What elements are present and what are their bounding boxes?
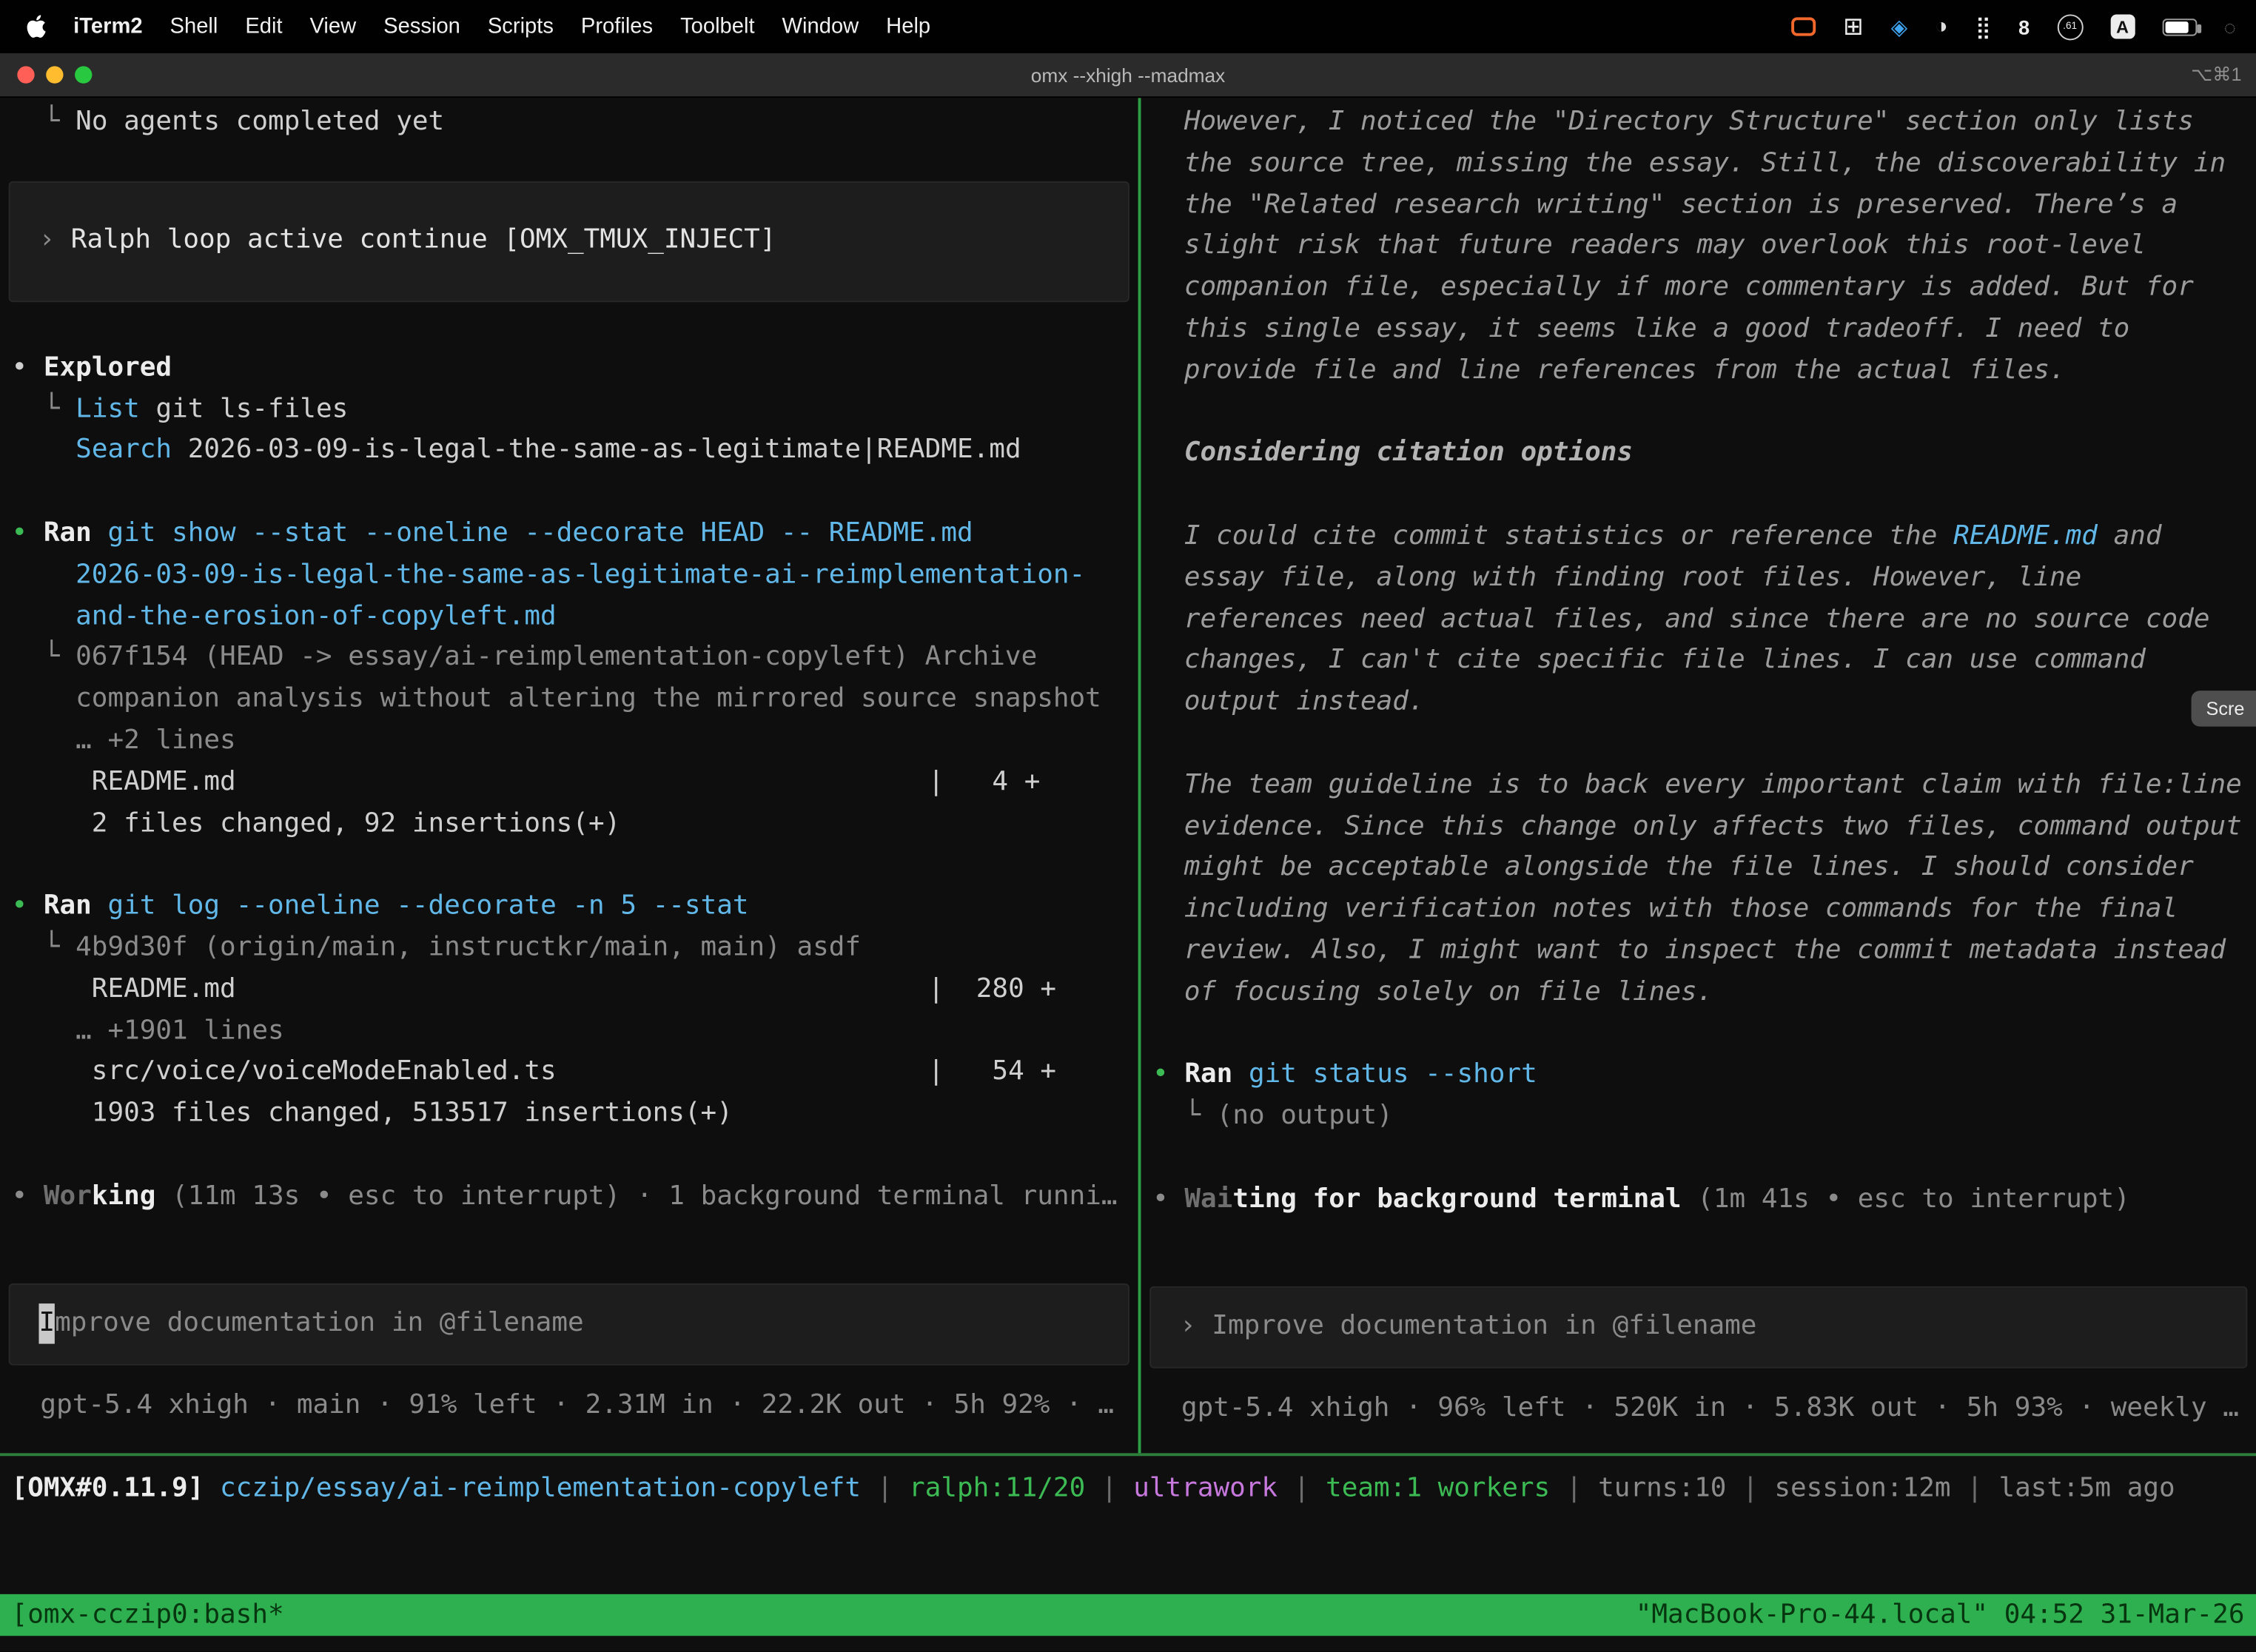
battery-percent-icon[interactable]: .61 <box>2057 13 2083 39</box>
command-wrap-line: 2026-03-09-is-legal-the-same-as-legitima… <box>0 555 1138 597</box>
tmux-host-clock: "MacBook-Pro-44.local" 04:52 31-Mar-26 <box>1636 1600 2245 1631</box>
diffstat-summary: 2 files changed, 92 insertions(+) <box>0 804 1138 845</box>
menu-scripts[interactable]: Scripts <box>488 14 554 38</box>
log-line: └ List git ls-files <box>0 389 1138 431</box>
ran-git-show-header: • Ran git show --stat --oneline --decora… <box>0 514 1138 555</box>
menu-shell[interactable]: Shell <box>170 14 218 38</box>
window-titlebar[interactable]: omx --xhigh --madmax ⌥⌘1 <box>0 53 2256 98</box>
close-button[interactable] <box>17 66 34 83</box>
menu-edit[interactable]: Edit <box>245 14 282 38</box>
left-terminal-pane[interactable]: └ No agents completed yet › Ralph loop a… <box>0 98 1138 1453</box>
ran-git-status-header: • Ran git status --short <box>1141 1055 2256 1097</box>
tmux-status-bar: [omx-cczip0:bash* "MacBook-Pro-44.local"… <box>0 1594 2256 1636</box>
commit-line: └ 4b9d30f (origin/main, instructkr/main,… <box>0 928 1138 970</box>
omx-version: [OMX#0.11.9] <box>12 1474 220 1504</box>
omx-branch: cczip/essay/ai-reimplementation-copyleft <box>220 1474 861 1504</box>
menu-help[interactable]: Help <box>886 14 930 38</box>
readme-link[interactable]: README.md <box>1953 521 2098 551</box>
bullet: • <box>12 891 44 921</box>
explored-header: • Explored <box>0 348 1138 389</box>
menu-toolbelt[interactable]: Toolbelt <box>680 14 755 38</box>
window-title: omx --xhigh --madmax <box>0 64 2256 86</box>
omx-status-bar: [OMX#0.11.9] cczip/essay/ai-reimplementa… <box>0 1456 2256 1510</box>
menubar-extra-icon[interactable]: ◌ <box>2224 15 2236 38</box>
truncation-line: … +2 lines <box>0 721 1138 762</box>
composer-placeholder: Improve documentation in @filename <box>1212 1306 1756 1347</box>
menu-session[interactable]: Session <box>383 14 460 38</box>
truncation-line: … +1901 lines <box>0 1011 1138 1052</box>
assistant-thinking-paragraph: However, I noticed the "Directory Struct… <box>1141 102 2256 392</box>
thinking-heading: Considering citation options <box>1141 434 2256 475</box>
composer-placeholder: mprove documentation in @filename <box>55 1303 584 1344</box>
working-status: • Working (11m 13s • esc to interrupt) ·… <box>0 1177 1138 1218</box>
traffic-lights <box>0 66 92 83</box>
terminal-area: └ No agents completed yet › Ralph loop a… <box>0 98 2256 1453</box>
session-status: gpt-5.4 xhigh · main · 91% left · 2.31M … <box>0 1385 1138 1426</box>
blue-app-icon[interactable]: ◈ <box>1891 13 1907 39</box>
battery-icon[interactable] <box>2162 18 2197 35</box>
bullet: • <box>12 518 44 548</box>
commit-line: companion analysis without altering the … <box>0 679 1138 721</box>
ran-git-log-header: • Ran git log --oneline --decorate -n 5 … <box>0 887 1138 928</box>
commit-line: └ 067f154 (HEAD -> essay/ai-reimplementa… <box>0 638 1138 679</box>
text-cursor: I <box>38 1303 55 1344</box>
round-app-icon[interactable]: ◑ <box>1935 14 1948 38</box>
assistant-thinking-paragraph: The team guideline is to back every impo… <box>1141 765 2256 1014</box>
menu-profiles[interactable]: Profiles <box>581 14 653 38</box>
menubar-status-icons: ⊞ ◈ ◑ ⣿ 8 .61 A ◌ <box>1791 13 2236 41</box>
thinking-line: I could cite commit statistics or refere… <box>1141 517 2256 558</box>
omx-last: last:5m ago <box>1999 1474 2175 1504</box>
screen: iTerm2 Shell Edit View Session Scripts P… <box>0 0 2256 1652</box>
menu-view[interactable]: View <box>310 14 357 38</box>
diffstat-summary: 1903 files changed, 513517 insertions(+) <box>0 1094 1138 1135</box>
right-terminal-pane[interactable]: However, I noticed the "Directory Struct… <box>1141 98 2256 1453</box>
prompt-chevron: › <box>1180 1306 1212 1347</box>
menu-iterm2[interactable]: iTerm2 <box>73 14 142 38</box>
diffstat-line: README.md| 4 + <box>0 762 1138 804</box>
omx-turns: turns:10 <box>1598 1474 1726 1504</box>
apple-menu-icon[interactable] <box>26 14 46 38</box>
waiting-status: • Waiting for background terminal (1m 41… <box>1141 1179 2256 1220</box>
spinner-bullet: • <box>1152 1183 1184 1214</box>
keyboard-layout-icon[interactable]: A <box>2110 14 2135 38</box>
omx-mode: ultrawork <box>1133 1474 1278 1504</box>
figure-eight-icon[interactable]: 8 <box>2018 15 2030 38</box>
screen-share-notification[interactable]: Scre <box>2192 691 2256 727</box>
composer-input[interactable]: › Improve documentation in @filename <box>1149 1286 2247 1368</box>
minimize-button[interactable] <box>46 66 63 83</box>
menubar: iTerm2 Shell Edit View Session Scripts P… <box>0 0 2256 53</box>
banner-text: Ralph loop active continue [OMX_TMUX_INJ… <box>71 221 776 262</box>
omx-team: team:1 workers <box>1326 1474 1550 1504</box>
diffstat-line: src/voice/voiceModeEnabled.ts| 54 + <box>0 1052 1138 1094</box>
zoom-button[interactable] <box>75 66 92 83</box>
diffstat-line: README.md| 280 + <box>0 970 1138 1011</box>
log-line: └ No agents completed yet <box>0 102 1138 144</box>
log-line: Search 2026-03-09-is-legal-the-same-as-l… <box>0 431 1138 472</box>
ralph-loop-banner: › Ralph loop active continue [OMX_TMUX_I… <box>9 181 1129 302</box>
bullet: • <box>1152 1059 1184 1089</box>
window-tiles-icon[interactable]: ⊞ <box>1843 13 1864 41</box>
omx-ralph: ralph:11/20 <box>909 1474 1085 1504</box>
composer-input[interactable]: Improve documentation in @filename <box>9 1283 1129 1365</box>
bullet: • <box>12 352 44 383</box>
command-output-line: └ (no output) <box>1141 1096 2256 1138</box>
screen-mirroring-icon[interactable]: ⣿ <box>1975 13 1991 39</box>
omx-session: session:12m <box>1774 1474 1950 1504</box>
command-wrap-line: and-the-erosion-of-copyleft.md <box>0 597 1138 638</box>
menu-window[interactable]: Window <box>782 14 859 38</box>
tmux-session-name: [omx-cczip0:bash* <box>12 1600 284 1631</box>
window-shortcut-hint: ⌥⌘1 <box>2191 64 2241 87</box>
prompt-chevron: › <box>38 221 70 262</box>
spinner-bullet: • <box>12 1181 44 1211</box>
screen-recording-icon[interactable] <box>1791 17 1816 36</box>
session-status: gpt-5.4 xhigh · 96% left · 520K in · 5.8… <box>1141 1388 2256 1429</box>
assistant-thinking-paragraph: essay file, along with finding root file… <box>1141 558 2256 724</box>
